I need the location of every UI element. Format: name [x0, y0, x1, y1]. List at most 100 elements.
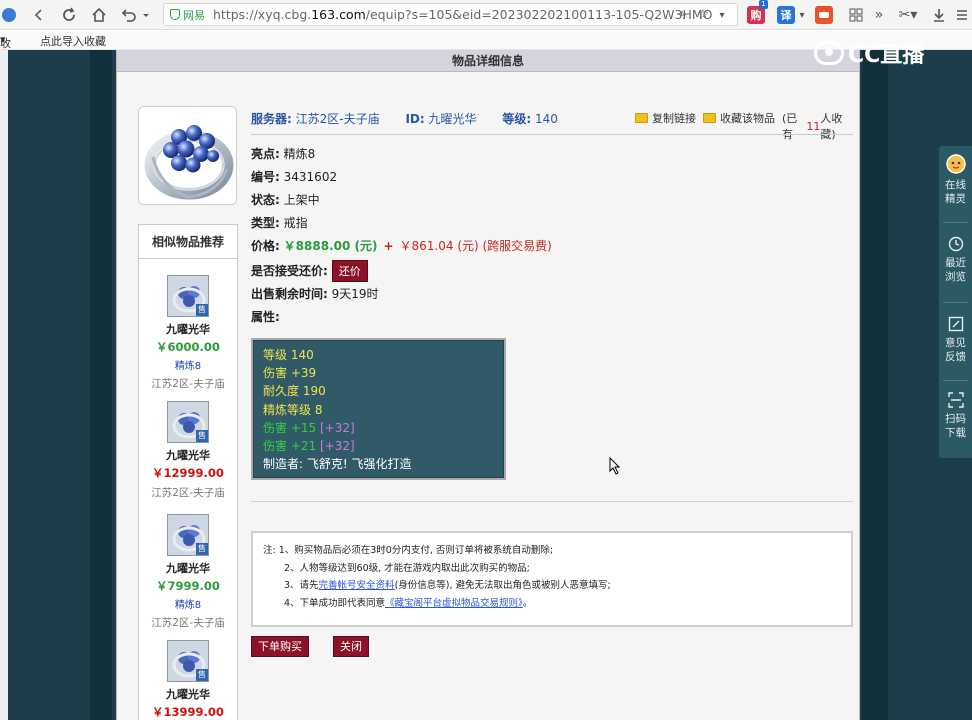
remaining-label: 出售剩余时间:: [251, 287, 328, 301]
attr-level: 等级 140: [263, 348, 314, 362]
remaining-value: 9天19时: [331, 287, 379, 301]
rec-name[interactable]: 九曜光华: [139, 447, 237, 463]
sale-tag: 售: [196, 430, 208, 442]
attr-bonus-2-extra: [+32]: [319, 439, 355, 454]
mouse-cursor-icon: [609, 456, 621, 478]
browser-toolbar: 网易 https://xyq.cbg. 163.com/equip?s=105&e…: [0, 0, 972, 30]
copy-link-label: 复制链接: [652, 112, 696, 125]
secure-label: 网易: [183, 8, 205, 22]
attr-bonus-1: 伤害 +15 [+32]: [263, 419, 494, 437]
floating-sidebar: 在线精灵 最近浏览 意见反馈 扫码下载: [939, 146, 972, 458]
lightning-icon[interactable]: ϟ: [676, 4, 690, 26]
ring-thumbnail[interactable]: 售: [167, 401, 209, 443]
number-value: 3431602: [283, 170, 338, 184]
url-host: https://xyq.cbg.: [213, 7, 312, 22]
rec-name[interactable]: 九曜光华: [139, 321, 237, 337]
menu-icon[interactable]: [953, 4, 971, 26]
url-domain: 163.com: [311, 7, 366, 22]
list-item[interactable]: 售 九曜光华 ￥6000.00 精炼8 江苏2区-夫子庙: [139, 275, 237, 391]
address-bar[interactable]: 网易 https://xyq.cbg. 163.com/equip?s=105&e…: [163, 3, 738, 26]
divider: [943, 380, 968, 381]
server-value: 江苏2区-夫子庙: [295, 112, 380, 126]
rec-name[interactable]: 九曜光华: [139, 686, 237, 702]
rec-price: ￥13999.00: [152, 705, 224, 719]
status-label: 状态:: [251, 193, 280, 207]
edit-icon: [948, 316, 964, 332]
server-label: 服务器:: [251, 112, 292, 126]
copy-link-button[interactable]: 复制链接: [635, 110, 696, 126]
type-label: 类型:: [251, 216, 280, 230]
level-value: 140: [534, 112, 558, 126]
reload-icon[interactable]: [58, 4, 80, 26]
clock-icon: [948, 236, 964, 252]
item-image: [138, 106, 237, 205]
close-button[interactable]: 关闭: [333, 636, 369, 657]
list-item[interactable]: 售 九曜光华 ￥12999.00 江苏2区-夫子庙: [139, 401, 237, 500]
sale-tag: 售: [196, 304, 208, 316]
scan-download-button[interactable]: 扫码下载: [939, 392, 972, 440]
chevron-down-icon[interactable]: ▾: [796, 4, 808, 26]
notice-line-3-suffix: (身份信息等), 避免无法取出角色或被别人恶意填写;: [394, 580, 611, 591]
similar-items-title: 相似物品推荐: [139, 225, 237, 259]
fav-count: 11: [806, 119, 821, 133]
cc-logo-text: CC直播: [848, 43, 925, 68]
list-item[interactable]: 售 九曜光华 ￥13999.00: [139, 640, 237, 720]
rec-price: ￥7999.00: [156, 579, 220, 593]
price-label: 价格:: [251, 239, 280, 253]
ring-thumbnail[interactable]: 售: [167, 640, 209, 682]
ring-thumbnail[interactable]: 售: [167, 514, 209, 556]
browser-logo-icon: [0, 4, 18, 26]
chevron-down-icon[interactable]: ▾: [715, 4, 729, 26]
recent-views-label: 最近浏览: [945, 257, 966, 283]
number-row: 编号: 3431602: [251, 168, 337, 185]
game-extension-icon[interactable]: [815, 6, 833, 24]
back-icon[interactable]: [28, 4, 50, 26]
online-assistant-button[interactable]: 在线精灵: [939, 154, 972, 206]
apps-grid-icon[interactable]: [846, 4, 866, 26]
attribute-box: 等级 140 伤害 +39 耐久度 190 精炼等级 8 伤害 +15 [+32…: [251, 338, 506, 480]
bookmark-import-link[interactable]: 点此导入收藏: [40, 33, 106, 49]
bookmark-folder[interactable]: 收藏 ▾: [0, 33, 11, 66]
more-chevrons-icon[interactable]: »: [871, 4, 887, 26]
purchase-notice: 注: 1、购买物品后必须在3时0分内支付, 否则订单将被系统自动删除; 2、人物…: [251, 531, 853, 627]
download-icon[interactable]: [929, 4, 949, 26]
item-summary-row: 服务器: 江苏2区-夫子庙 ID: 九曜光华 等级: 140 复制链接 收藏该物…: [251, 110, 855, 141]
recent-views-button[interactable]: 最近浏览: [939, 236, 972, 284]
favorite-count: (已有 11 人收藏): [782, 110, 855, 142]
id-value: 九曜光华: [428, 112, 477, 126]
scissors-icon[interactable]: ✂▾: [894, 4, 922, 26]
home-icon[interactable]: [88, 4, 110, 26]
attr-durability: 耐久度 190: [263, 384, 326, 399]
cc-live-logo: CC直播: [814, 36, 944, 70]
attr-bonus-1-extra: [+32]: [319, 420, 355, 435]
counter-offer-label: 是否接受还价:: [251, 264, 328, 278]
sale-tag: 售: [196, 543, 208, 555]
scan-icon: [947, 392, 964, 408]
status-row: 状态: 上架中: [251, 191, 320, 208]
divider: [943, 222, 968, 223]
star-bookmark-icon[interactable]: ☆: [694, 4, 712, 26]
secure-badge[interactable]: 网易: [170, 7, 205, 23]
ring-thumbnail[interactable]: 售: [167, 275, 209, 317]
counter-offer-button[interactable]: 还价: [331, 260, 368, 282]
type-row: 类型: 戒指: [251, 214, 308, 231]
trade-rules-link[interactable]: 《藏宝阁平台虚拟物品交易规则》: [385, 598, 523, 609]
buy-button[interactable]: 下单购买: [251, 636, 309, 657]
feedback-button[interactable]: 意见反馈: [939, 316, 972, 364]
cross-server-fee: ￥861.04 (元) (跨服交易费): [399, 239, 552, 253]
account-security-link[interactable]: 完善帐号安全资料: [319, 580, 395, 591]
favorite-button[interactable]: 收藏该物品: [703, 110, 775, 126]
favorite-icon: [703, 113, 716, 123]
divider: [943, 302, 968, 303]
assistant-avatar-icon: [945, 154, 966, 174]
left-frame: [90, 50, 112, 720]
rec-refine: 精炼8: [174, 600, 202, 611]
similar-items-column: 相似物品推荐 售 九曜光华 ￥6000.00 精炼8 江苏2区-夫子庙 售 九曜…: [138, 224, 238, 720]
translate-extension-icon[interactable]: 译: [777, 6, 795, 24]
undo-close-tab-icon[interactable]: [118, 4, 152, 26]
status-value: 上架中: [283, 193, 320, 207]
rec-server: 江苏2区-夫子庙: [151, 378, 225, 390]
rec-name[interactable]: 九曜光华: [139, 560, 237, 576]
translate-ext-label: 译: [780, 9, 792, 22]
list-item[interactable]: 售 九曜光华 ￥7999.00 精炼8 江苏2区-夫子庙: [139, 514, 237, 630]
